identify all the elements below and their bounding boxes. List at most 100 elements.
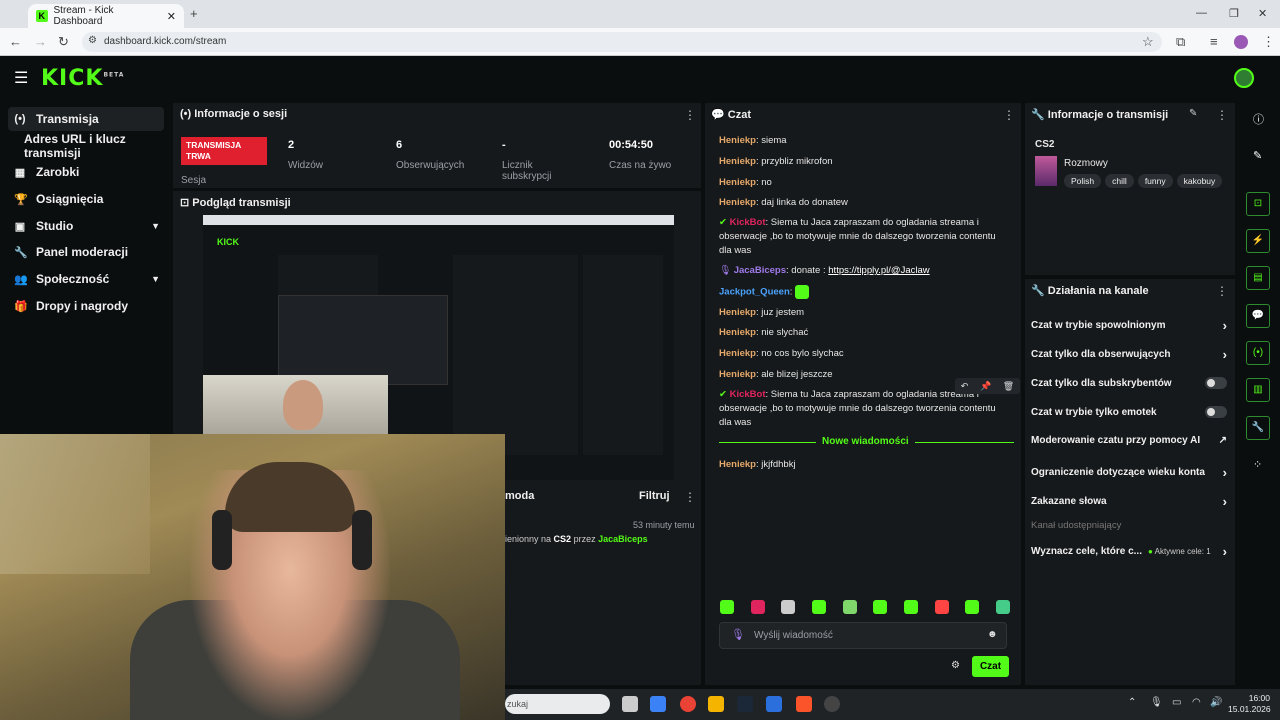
chat-message[interactable]: Jackpot_Queen: xyxy=(719,285,1011,300)
site-info-icon[interactable]: ⚙ xyxy=(88,35,97,46)
reload-icon[interactable]: ↻ xyxy=(58,34,69,50)
taskbar-clock[interactable]: 16:00 15.01.2026 xyxy=(1228,693,1271,715)
feed-menu-icon[interactable]: ⋮ xyxy=(684,490,696,504)
emote-icon[interactable] xyxy=(750,600,765,614)
chat-message[interactable]: Heniekp: daj linka do donatew xyxy=(719,196,1011,210)
slow-mode-item[interactable]: Czat w trybie spowolnionym › xyxy=(1031,318,1227,333)
kick-favicon-icon: K xyxy=(36,10,48,22)
store-icon[interactable] xyxy=(650,696,666,712)
sidebar-item-stream-key[interactable]: Adres URL i klucz transmisji xyxy=(8,132,164,160)
emote-icon[interactable] xyxy=(995,600,1010,614)
brave-icon[interactable] xyxy=(796,696,812,712)
taskbar-search[interactable]: zukaj xyxy=(505,694,610,714)
rail-feed-icon[interactable]: ▥ xyxy=(1246,378,1270,402)
rail-wrench-icon[interactable]: 🔧 xyxy=(1246,416,1270,440)
followers-only-item[interactable]: Czat tylko dla obserwujących › xyxy=(1031,347,1227,362)
emote-icon[interactable] xyxy=(811,600,826,614)
sidebar-item-panel-moderacji[interactable]: 🔧 Panel moderacji xyxy=(8,240,164,264)
emote-icon[interactable] xyxy=(873,600,888,614)
channel-actions-menu-icon[interactable]: ⋮ xyxy=(1216,284,1228,298)
edit-layout-icon[interactable]: ✎ xyxy=(1253,149,1262,162)
emote-icon[interactable] xyxy=(903,600,918,614)
chat-settings-icon[interactable]: ⚙ xyxy=(951,660,960,671)
chat-message[interactable]: Heniekp: jkjfdhbkj xyxy=(719,458,1011,472)
chat-message-input[interactable]: Wyślij wiadomość xyxy=(719,622,1007,649)
chat-message[interactable]: Heniekp: przybliz mikrofon xyxy=(719,155,1011,169)
steam-icon[interactable] xyxy=(737,696,753,712)
reply-icon[interactable]: ↶ xyxy=(961,381,969,392)
emote-icon[interactable] xyxy=(781,600,796,614)
bookmark-star-icon[interactable]: ☆ xyxy=(1142,34,1154,50)
emote-only-toggle[interactable] xyxy=(1205,406,1227,418)
donate-link[interactable]: https://tipply.pl/@Jaclaw xyxy=(828,265,929,276)
send-chat-button[interactable]: Czat xyxy=(972,656,1009,677)
rail-chat-icon[interactable]: 💬 xyxy=(1246,304,1270,328)
emoji-picker-icon[interactable]: ☻ xyxy=(987,629,998,640)
chat-menu-icon[interactable]: ⋮ xyxy=(1003,108,1015,122)
rail-broadcast-icon[interactable]: (•) xyxy=(1246,341,1270,365)
minimize-icon[interactable]: — xyxy=(1196,7,1207,19)
banned-words-item[interactable]: Zakazane słowa › xyxy=(1031,494,1227,509)
chat-message[interactable]: Heniekp: no xyxy=(719,176,1011,190)
profile-avatar-icon[interactable] xyxy=(1234,35,1248,49)
browser-tab[interactable]: K Stream - Kick Dashboard ✕ xyxy=(28,4,184,28)
rail-document-icon[interactable]: ▤ xyxy=(1246,266,1270,290)
back-icon[interactable]: ← xyxy=(9,34,22,49)
filter-button[interactable]: Filtruj xyxy=(639,490,670,502)
tray-wifi-icon[interactable]: ◠ xyxy=(1192,697,1201,708)
obs-icon[interactable] xyxy=(824,696,840,712)
chat-message[interactable]: Heniekp: siema xyxy=(719,134,1011,148)
chat-message[interactable]: Heniekp: no cos bylo slychac xyxy=(719,347,1011,361)
subscribers-only-toggle[interactable] xyxy=(1205,377,1227,389)
new-tab-icon[interactable]: + xyxy=(190,6,198,21)
url-input[interactable]: dashboard.kick.com/stream xyxy=(82,32,1162,52)
info-icon[interactable]: ⓘ xyxy=(1253,111,1264,127)
sidebar-item-transmisja[interactable]: (•) Transmisja xyxy=(8,107,164,131)
delete-icon[interactable]: 🗑 xyxy=(1003,381,1014,392)
extensions-icon[interactable]: ⧉ xyxy=(1176,34,1185,50)
session-menu-icon[interactable]: ⋮ xyxy=(684,108,696,122)
pin-icon[interactable]: 📌 xyxy=(980,381,991,392)
edit-icon[interactable]: ✎ xyxy=(1189,108,1197,119)
rail-lightning-icon[interactable]: ⚡ xyxy=(1246,229,1270,253)
emote-icon[interactable] xyxy=(934,600,949,614)
chat-message[interactable]: ✔ KickBot: Siema tu Jaca zapraszam do og… xyxy=(719,388,1011,430)
goals-item[interactable]: Wyznacz cele, które c... ● Aktywne cele: … xyxy=(1031,544,1227,559)
close-tab-icon[interactable]: ✕ xyxy=(167,10,176,23)
browser-menu-icon[interactable]: ⋮ xyxy=(1262,34,1275,50)
tray-mic-icon[interactable]: 🎙 xyxy=(1150,697,1163,708)
chat-message[interactable]: ✔ KickBot: Siema tu Jaca zapraszam do og… xyxy=(719,216,1011,258)
ai-moderation-item[interactable]: Moderowanie czatu przy pomocy AI ↗ xyxy=(1031,435,1227,446)
rail-preview-icon[interactable]: ⊡ xyxy=(1246,192,1270,216)
sidebar-item-studio[interactable]: ▣ Studio ▼ xyxy=(8,214,164,238)
sidebar-item-zarobki[interactable]: ▦ Zarobki xyxy=(8,160,164,184)
emote-icon[interactable] xyxy=(965,600,980,614)
task-view-icon[interactable] xyxy=(622,696,638,712)
hamburger-menu-icon[interactable]: ☰ xyxy=(14,68,28,88)
tray-monitor-icon[interactable]: ▭ xyxy=(1172,697,1181,708)
forward-icon[interactable]: → xyxy=(34,34,47,49)
stream-info-menu-icon[interactable]: ⋮ xyxy=(1216,108,1228,122)
add-widget-icon[interactable]: ⁘ xyxy=(1253,458,1262,471)
tray-volume-icon[interactable]: 🔊 xyxy=(1210,697,1222,708)
account-age-item[interactable]: Ograniczenie dotyczące wieku konta › xyxy=(1031,465,1227,480)
activity-feed-panel xyxy=(505,485,701,685)
chrome-icon[interactable] xyxy=(680,696,696,712)
emote-icon[interactable] xyxy=(842,600,857,614)
reading-list-icon[interactable]: ≡ xyxy=(1210,34,1218,49)
user-avatar[interactable] xyxy=(1234,68,1254,88)
close-window-icon[interactable]: ✕ xyxy=(1258,7,1267,20)
sidebar-item-dropy[interactable]: 🎁 Dropy i nagrody xyxy=(8,294,164,318)
maximize-icon[interactable]: ❐ xyxy=(1229,7,1239,20)
kick-logo[interactable]: KICKBETA xyxy=(41,66,124,91)
sidebar-item-spolecznosc[interactable]: 👥 Społeczność ▼ xyxy=(8,267,164,291)
app-icon[interactable] xyxy=(766,696,782,712)
tray-chevron-icon[interactable]: ⌃ xyxy=(1128,697,1136,708)
chat-message[interactable]: Heniekp: nie slychać xyxy=(719,326,1011,340)
mic-icon[interactable]: 🎙 xyxy=(731,628,745,641)
chat-message[interactable]: Heniekp: juz jestem xyxy=(719,306,1011,320)
sidebar-item-osiagniecia[interactable]: 🏆 Osiągnięcia xyxy=(8,187,164,211)
file-explorer-icon[interactable] xyxy=(708,696,724,712)
emote-icon[interactable] xyxy=(720,600,734,614)
chat-message[interactable]: 🎙 JacaBiceps: donate : https://tipply.pl… xyxy=(719,264,1011,278)
